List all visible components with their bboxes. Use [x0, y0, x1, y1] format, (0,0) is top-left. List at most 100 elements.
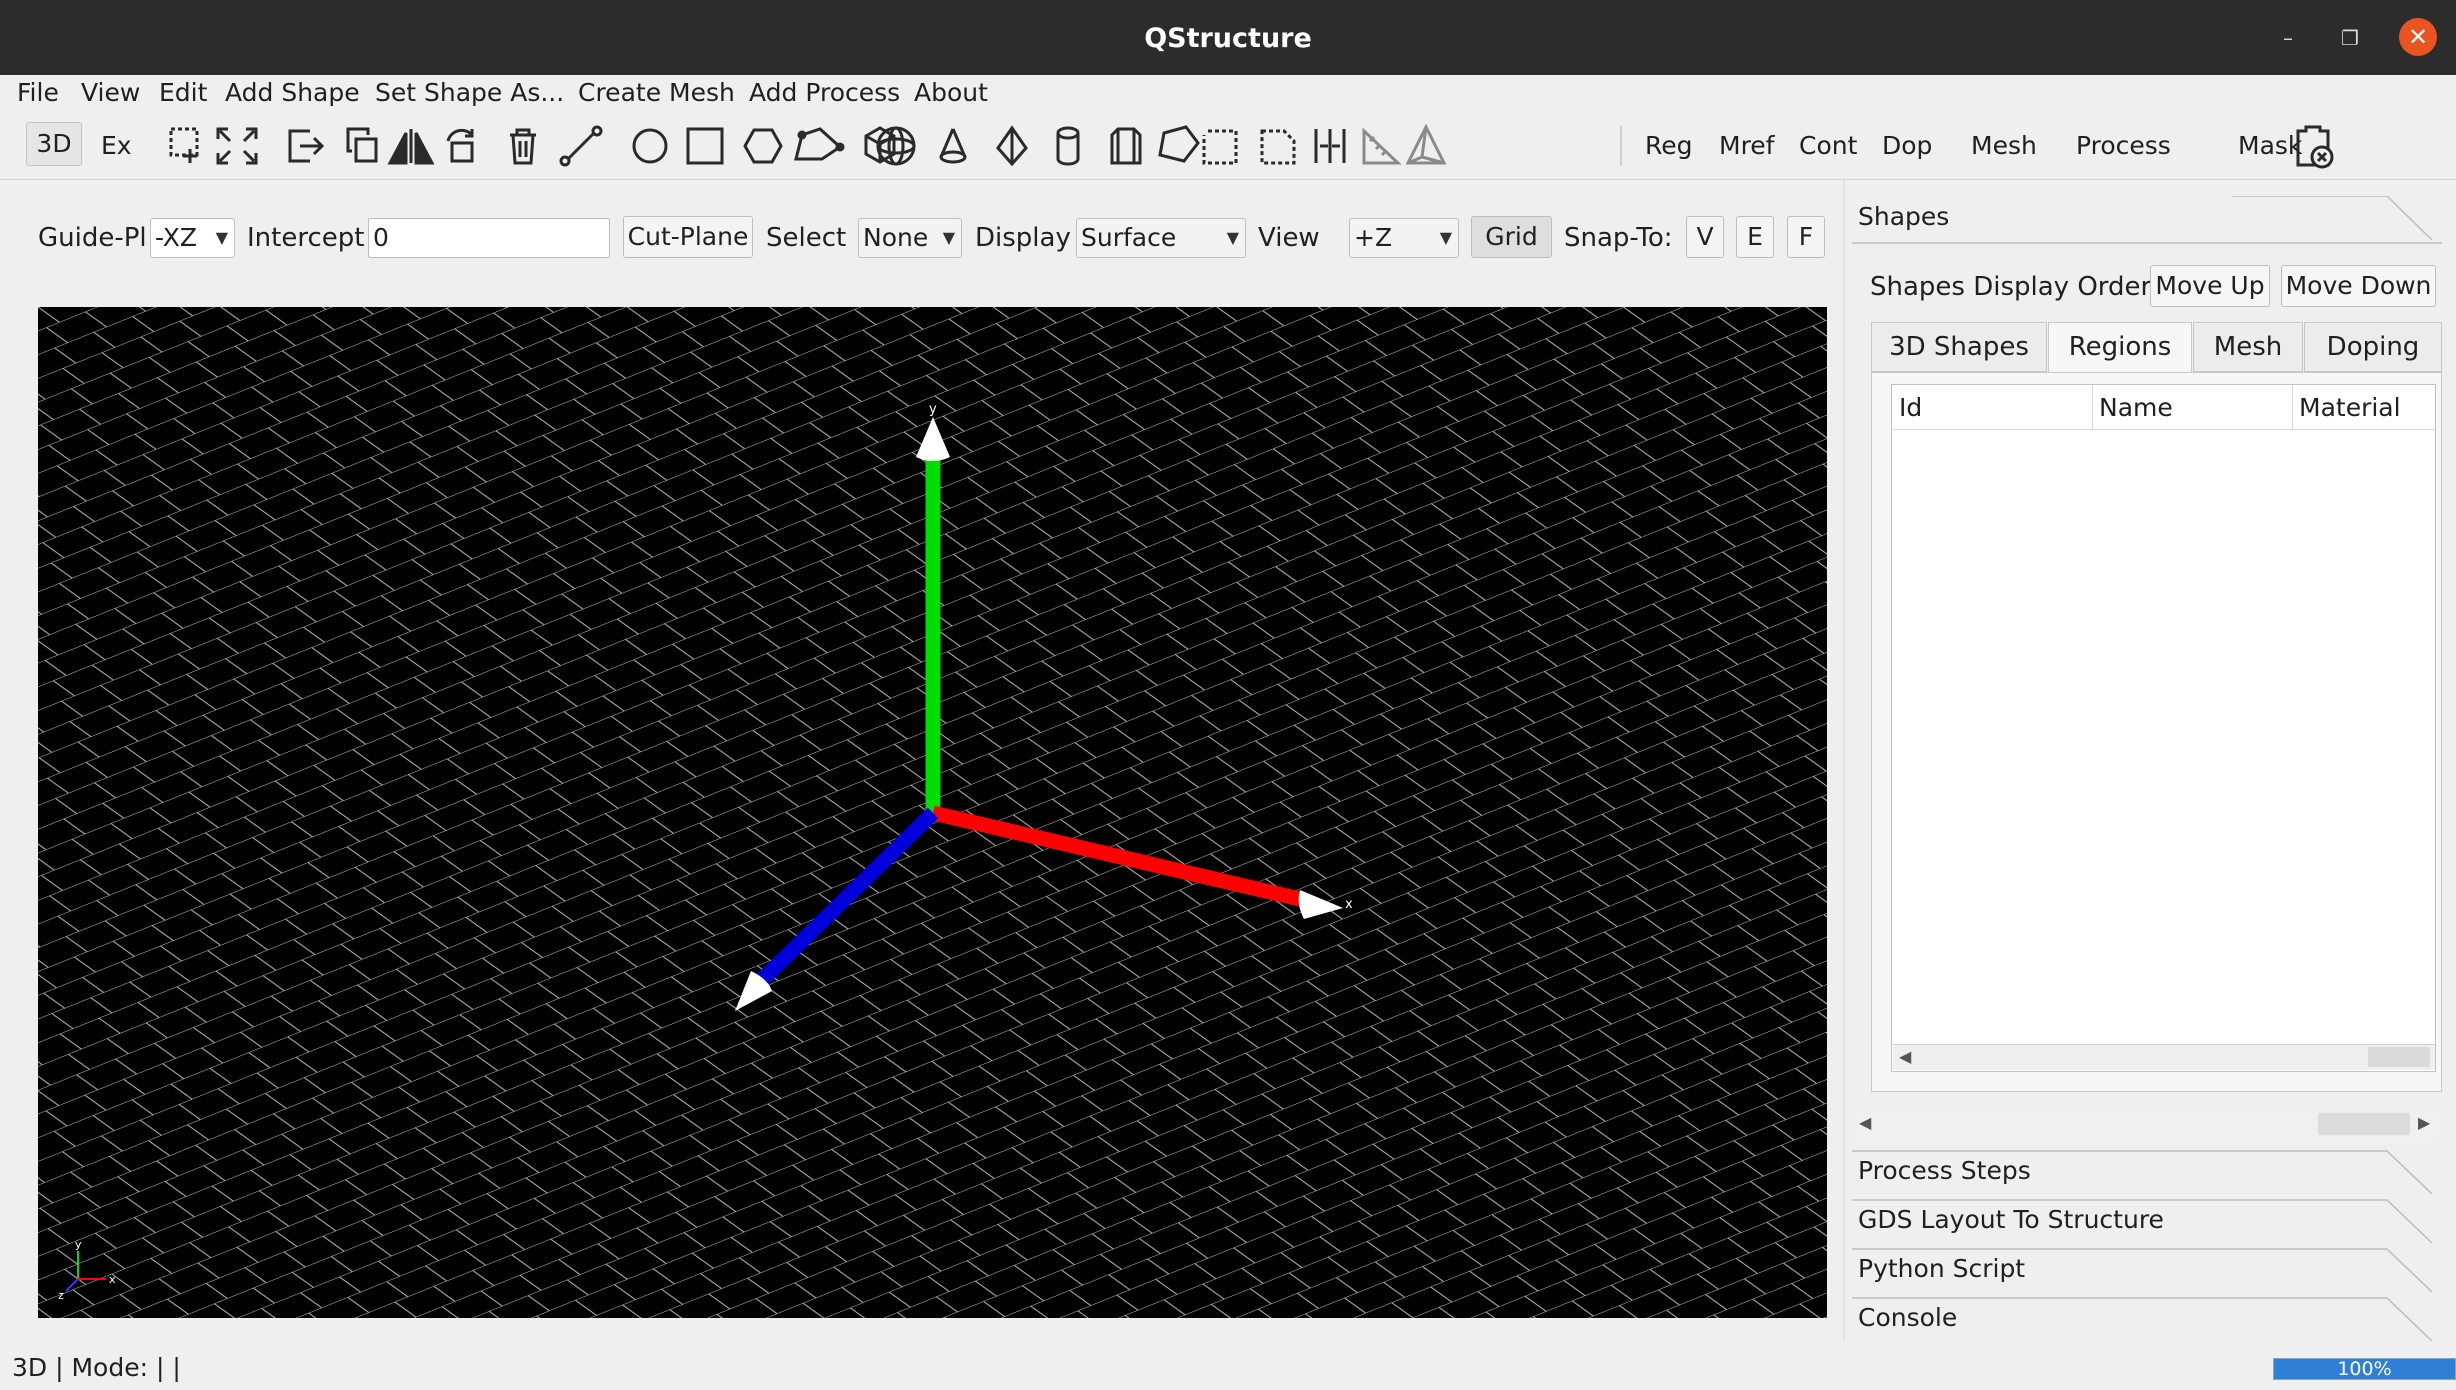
guide-plane-value: -XZ	[155, 223, 198, 252]
copy-icon[interactable]	[346, 127, 378, 163]
scrollbar-thumb[interactable]	[2368, 1047, 2430, 1067]
export-icon[interactable]	[288, 129, 325, 163]
trash-icon[interactable]	[510, 128, 536, 165]
select-label: Select	[766, 223, 847, 253]
panel-horizontal-scrollbar[interactable]: ◀ ▶	[1856, 1111, 2436, 1139]
mirror-icon[interactable]	[387, 129, 435, 165]
guide-plane-combo[interactable]: -XZ ▼	[150, 218, 235, 258]
mini-z-label: z	[58, 1289, 64, 1302]
dop-button[interactable]: Dop	[1882, 119, 1932, 173]
menu-view[interactable]: View	[81, 75, 140, 111]
tab-doping[interactable]: Doping	[2304, 322, 2442, 372]
view-value: +Z	[1354, 223, 1393, 252]
scrollbar-thumb[interactable]	[2318, 1113, 2410, 1135]
chevron-down-icon: ▼	[1439, 228, 1452, 247]
guide-plane-label: Guide-Pl	[38, 223, 147, 253]
splitter[interactable]	[1843, 180, 1845, 1340]
tetra-icon[interactable]	[1405, 123, 1447, 165]
menu-add-shape[interactable]: Add Shape	[225, 75, 360, 111]
circle-shape-icon[interactable]	[632, 128, 668, 164]
mode-3d-button[interactable]: 3D	[26, 122, 82, 166]
move-down-button[interactable]: Move Down	[2281, 265, 2436, 307]
snap-edge-button[interactable]: E	[1736, 216, 1774, 258]
select-value: None	[863, 223, 929, 252]
scroll-left-icon[interactable]: ◀	[1899, 1047, 1911, 1066]
line-shape-icon[interactable]	[559, 125, 603, 167]
rotate-icon[interactable]	[446, 128, 474, 163]
menu-create-mesh[interactable]: Create Mesh	[578, 75, 735, 111]
mini-y-label: y	[75, 1238, 82, 1251]
clipboard-close-icon[interactable]	[2288, 119, 2338, 173]
tab-mesh[interactable]: Mesh	[2193, 322, 2303, 372]
grid-button[interactable]: Grid	[1471, 216, 1552, 258]
regions-table[interactable]	[1891, 384, 2436, 1072]
section-tab-shapes	[1852, 1150, 2433, 1342]
shapes-tab-shape	[1852, 196, 2442, 244]
toolbar-separator	[1620, 126, 1622, 166]
prism-icon[interactable]	[1110, 127, 1142, 165]
cut-poly-icon[interactable]	[1260, 129, 1296, 165]
window-title: QStructure	[1144, 23, 1312, 54]
progress-label: 100%	[2337, 1358, 2392, 1380]
maximize-button[interactable]: ❐	[2332, 20, 2368, 56]
mode-ex-button[interactable]: Ex	[101, 119, 132, 173]
pyramid-icon[interactable]	[996, 125, 1028, 167]
cont-button[interactable]: Cont	[1799, 119, 1857, 173]
cut-plane-button[interactable]: Cut-Plane	[623, 216, 753, 258]
mesh-button[interactable]: Mesh	[1971, 119, 2037, 173]
column-header-material[interactable]: Material	[2293, 386, 2435, 430]
y-axis-label: y	[929, 402, 937, 417]
3d-viewport[interactable]: y x y x z	[38, 307, 1827, 1318]
menu-add-process[interactable]: Add Process	[749, 75, 900, 111]
menu-file[interactable]: File	[17, 75, 59, 111]
x-axis-label: x	[1345, 897, 1353, 912]
sphere-icon[interactable]	[876, 126, 916, 166]
progress-bar: 100%	[2273, 1358, 2456, 1380]
display-combo[interactable]: Surface ▼	[1076, 218, 1246, 258]
tab-regions[interactable]: Regions	[2048, 322, 2192, 374]
select-region-icon[interactable]	[169, 127, 199, 163]
snap-vertex-button[interactable]: V	[1686, 216, 1724, 258]
intercept-label: Intercept	[247, 223, 365, 253]
cylinder-icon[interactable]	[1056, 126, 1080, 166]
view-combo[interactable]: +Z ▼	[1349, 218, 1459, 258]
split-icon[interactable]	[1314, 129, 1346, 163]
process-button[interactable]: Process	[2076, 119, 2171, 173]
select-combo[interactable]: None ▼	[858, 218, 962, 258]
menu-bar	[0, 75, 2456, 111]
tab-3d-shapes[interactable]: 3D Shapes	[1871, 322, 2047, 372]
status-bar	[0, 1344, 2456, 1390]
extrude-icon[interactable]	[1158, 125, 1200, 163]
intercept-input[interactable]: 0	[368, 218, 610, 258]
menu-edit[interactable]: Edit	[159, 75, 207, 111]
scroll-left-icon[interactable]: ◀	[1859, 1113, 1871, 1132]
reg-button[interactable]: Reg	[1645, 119, 1693, 173]
mini-x-label: x	[109, 1273, 116, 1286]
table-horizontal-scrollbar[interactable]: ◀	[1893, 1044, 2435, 1070]
column-header-id[interactable]: Id	[1893, 386, 2093, 430]
measure-icon[interactable]	[1362, 127, 1402, 165]
minimize-button[interactable]: –	[2270, 20, 2306, 56]
column-header-name[interactable]: Name	[2093, 386, 2293, 430]
menu-set-shape-as[interactable]: Set Shape As...	[375, 75, 564, 111]
snap-to-label: Snap-To:	[1564, 223, 1673, 253]
fit-view-icon[interactable]	[216, 127, 258, 165]
display-value: Surface	[1081, 223, 1177, 252]
close-button[interactable]: ✕	[2399, 18, 2437, 56]
mref-button[interactable]: Mref	[1719, 119, 1774, 173]
display-order-label: Shapes Display Order:	[1870, 272, 2160, 302]
viewport-canvas[interactable]: y x y x z	[38, 307, 1827, 1318]
scroll-right-icon[interactable]: ▶	[2418, 1113, 2430, 1132]
move-up-button[interactable]: Move Up	[2150, 265, 2270, 307]
snap-face-button[interactable]: F	[1787, 216, 1825, 258]
rectangle-shape-icon[interactable]	[686, 127, 724, 165]
chevron-down-icon: ▼	[215, 228, 228, 247]
polygon-shape-icon[interactable]	[743, 128, 783, 164]
chevron-down-icon: ▼	[1226, 228, 1239, 247]
chevron-down-icon: ▼	[942, 228, 955, 247]
cone-icon[interactable]	[939, 128, 967, 164]
polyline-shape-icon[interactable]	[794, 127, 845, 161]
menu-about[interactable]: About	[914, 75, 988, 111]
cut-rect-icon[interactable]	[1202, 129, 1238, 165]
status-text: 3D | Mode: | |	[12, 1353, 181, 1382]
